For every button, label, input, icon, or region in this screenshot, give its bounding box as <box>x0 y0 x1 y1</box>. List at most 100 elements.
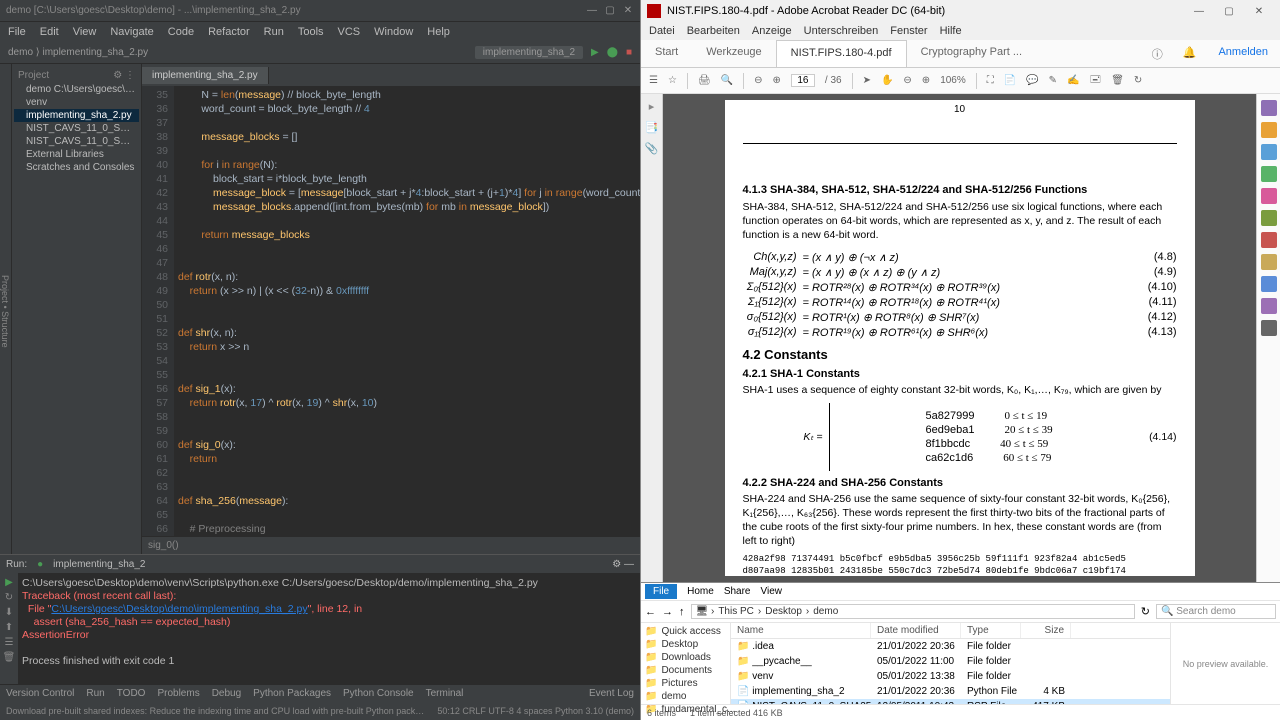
file-row[interactable]: 📁 __pycache__05/01/2022 11:00File folder <box>731 654 1170 669</box>
ribbon-view[interactable]: View <box>761 586 783 597</box>
pdf-document-tabs[interactable]: StartWerkzeugeNIST.FIPS.180-4.pdfCryptog… <box>641 40 1280 68</box>
tool-icon[interactable] <box>1261 254 1277 270</box>
stop-icon[interactable]: ■ <box>626 47 632 58</box>
left-gutter-tabs[interactable]: Project • Structure <box>0 64 12 554</box>
path-seg[interactable]: Desktop <box>765 606 802 617</box>
pdf-tab[interactable]: Werkzeuge <box>692 40 775 67</box>
zoom-out2-icon[interactable]: ⊖ <box>903 75 911 86</box>
menu-code[interactable]: Code <box>168 26 194 38</box>
ide-menubar[interactable]: FileEditViewNavigateCodeRefactorRunTools… <box>0 22 640 42</box>
search-input[interactable]: 🔍 Search demo <box>1156 604 1276 619</box>
zoom-value[interactable]: 106% <box>940 75 966 86</box>
search-icon[interactable]: 🔍 <box>721 75 733 86</box>
path-seg[interactable]: demo <box>813 606 838 617</box>
pdfmenu-bearbeiten[interactable]: Bearbeiten <box>687 25 740 37</box>
run-icon[interactable]: ▶ <box>591 47 599 58</box>
menu-help[interactable]: Help <box>427 26 450 38</box>
path-seg[interactable]: This PC <box>718 606 754 617</box>
read-icon[interactable]: 📄 <box>1004 75 1016 86</box>
tool-icon[interactable] <box>1261 232 1277 248</box>
explorer-tree[interactable]: 📁Quick access📁Desktop📁Downloads📁Document… <box>641 623 731 704</box>
refresh-icon[interactable]: ↻ <box>1141 605 1150 618</box>
highlight-icon[interactable]: ✎ <box>1049 75 1057 86</box>
project-tree[interactable]: Project⚙ ⋮ demo C:\Users\goesc\Desktop\d… <box>12 64 142 554</box>
code-editor[interactable]: 3536373839404142434445464748495051525354… <box>142 86 640 536</box>
tool-run[interactable]: Run <box>86 688 104 699</box>
select-icon[interactable]: ➤ <box>863 75 871 86</box>
explorer-ribbon[interactable]: File Home Share View <box>641 583 1280 601</box>
tool-terminal[interactable]: Terminal <box>426 688 464 699</box>
tool-icon[interactable] <box>1261 210 1277 226</box>
ribbon-share[interactable]: Share <box>724 586 751 597</box>
zoom-out-icon[interactable]: ⊖ <box>754 75 762 86</box>
run-tab[interactable]: implementing_sha_2 <box>53 559 145 570</box>
project-node[interactable]: demo C:\Users\goesc\Desktop\demo <box>14 83 139 96</box>
editor-tabs[interactable]: implementing_sha_2.py <box>142 64 640 86</box>
ribbon-file[interactable]: File <box>645 584 677 599</box>
delete-icon[interactable]: 🗑 <box>1111 75 1124 86</box>
minimize-icon[interactable]: — <box>1184 6 1214 17</box>
menu-refactor[interactable]: Refactor <box>208 26 250 38</box>
debug-icon[interactable]: ⬤ <box>607 47 618 58</box>
menu-tools[interactable]: Tools <box>298 26 324 38</box>
tool-version-control[interactable]: Version Control <box>6 688 74 699</box>
pdfmenu-datei[interactable]: Datei <box>649 25 675 37</box>
page-input[interactable] <box>791 74 815 87</box>
tree-node[interactable]: 📁Downloads <box>643 651 728 664</box>
editor-tab[interactable]: implementing_sha_2.py <box>142 67 269 84</box>
sign-icon[interactable]: ✍ <box>1067 75 1079 86</box>
tree-node[interactable]: 📁Pictures <box>643 677 728 690</box>
print-icon[interactable]: 🖨 <box>698 75 711 86</box>
nav-up-icon[interactable]: ↑ <box>679 606 685 618</box>
tool-todo[interactable]: TODO <box>117 688 146 699</box>
pdfmenu-unterschreiben[interactable]: Unterschreiben <box>804 25 879 37</box>
project-node[interactable]: Scratches and Consoles <box>14 161 139 174</box>
rotate-icon[interactable]: ↻ <box>1134 75 1142 86</box>
pdf-left-panel[interactable]: ▸📑📎 <box>641 94 663 582</box>
fit-icon[interactable]: ⛶ <box>987 75 994 86</box>
file-row[interactable]: 📁 .idea21/01/2022 20:36File folder <box>731 639 1170 654</box>
pdf-tab[interactable]: Start <box>641 40 692 67</box>
tool-icon[interactable] <box>1261 122 1277 138</box>
event-log[interactable]: Event Log <box>589 688 634 699</box>
pdf-right-panel[interactable] <box>1256 94 1280 582</box>
bell-icon[interactable]: 🔔 <box>1173 40 1207 67</box>
tool-icon[interactable] <box>1261 276 1277 292</box>
tool-icon[interactable] <box>1261 188 1277 204</box>
menu-view[interactable]: View <box>73 26 97 38</box>
tool-icon[interactable] <box>1261 100 1277 116</box>
project-node[interactable]: External Libraries <box>14 148 139 161</box>
nav-fwd-icon[interactable]: → <box>662 606 673 618</box>
sidebar-toggle-icon[interactable]: ☰ <box>649 75 658 86</box>
run-config-selector[interactable]: implementing_sha_2 <box>475 46 583 59</box>
pdf-tab[interactable]: Cryptography Part ... <box>907 40 1037 67</box>
menu-file[interactable]: File <box>8 26 26 38</box>
pdf-tab[interactable]: NIST.FIPS.180-4.pdf <box>776 40 907 67</box>
bottom-tool-tabs[interactable]: Version ControlRunTODOProblemsDebugPytho… <box>0 684 640 702</box>
pdfmenu-anzeige[interactable]: Anzeige <box>752 25 792 37</box>
run-gutter[interactable]: ▶↻⬇⬆☰🗑 <box>0 573 18 684</box>
star-icon[interactable]: ☆ <box>668 75 677 86</box>
ribbon-home[interactable]: Home <box>687 586 714 597</box>
menu-vcs[interactable]: VCS <box>338 26 361 38</box>
zoom-in-icon[interactable]: ⊕ <box>772 75 780 86</box>
tool-python-console[interactable]: Python Console <box>343 688 414 699</box>
project-node[interactable]: implementing_sha_2.py <box>14 109 139 122</box>
run-output[interactable]: C:\Users\goesc\Desktop\demo\venv\Scripts… <box>18 573 640 684</box>
menu-run[interactable]: Run <box>264 26 284 38</box>
project-node[interactable]: NIST_CAVS_11_0_SHA256L <box>14 122 139 135</box>
tool-python-packages[interactable]: Python Packages <box>253 688 331 699</box>
pdfmenu-fenster[interactable]: Fenster <box>890 25 927 37</box>
tree-node[interactable]: 📁Desktop <box>643 638 728 651</box>
zoom-in2-icon[interactable]: ⊕ <box>922 75 930 86</box>
file-row[interactable]: 📄 implementing_sha_221/01/2022 20:36Pyth… <box>731 684 1170 699</box>
maximize-icon[interactable]: ▢ <box>604 5 616 16</box>
tool-icon[interactable] <box>1261 320 1277 336</box>
tree-node[interactable]: 📁demo <box>643 690 728 703</box>
run-settings-icon[interactable]: ⚙ — <box>612 559 634 570</box>
comment-icon[interactable]: 💬 <box>1026 75 1038 86</box>
editor-breadcrumb[interactable]: sig_0() <box>142 536 640 554</box>
menu-navigate[interactable]: Navigate <box>110 26 153 38</box>
menu-window[interactable]: Window <box>374 26 413 38</box>
tool-icon[interactable] <box>1261 144 1277 160</box>
